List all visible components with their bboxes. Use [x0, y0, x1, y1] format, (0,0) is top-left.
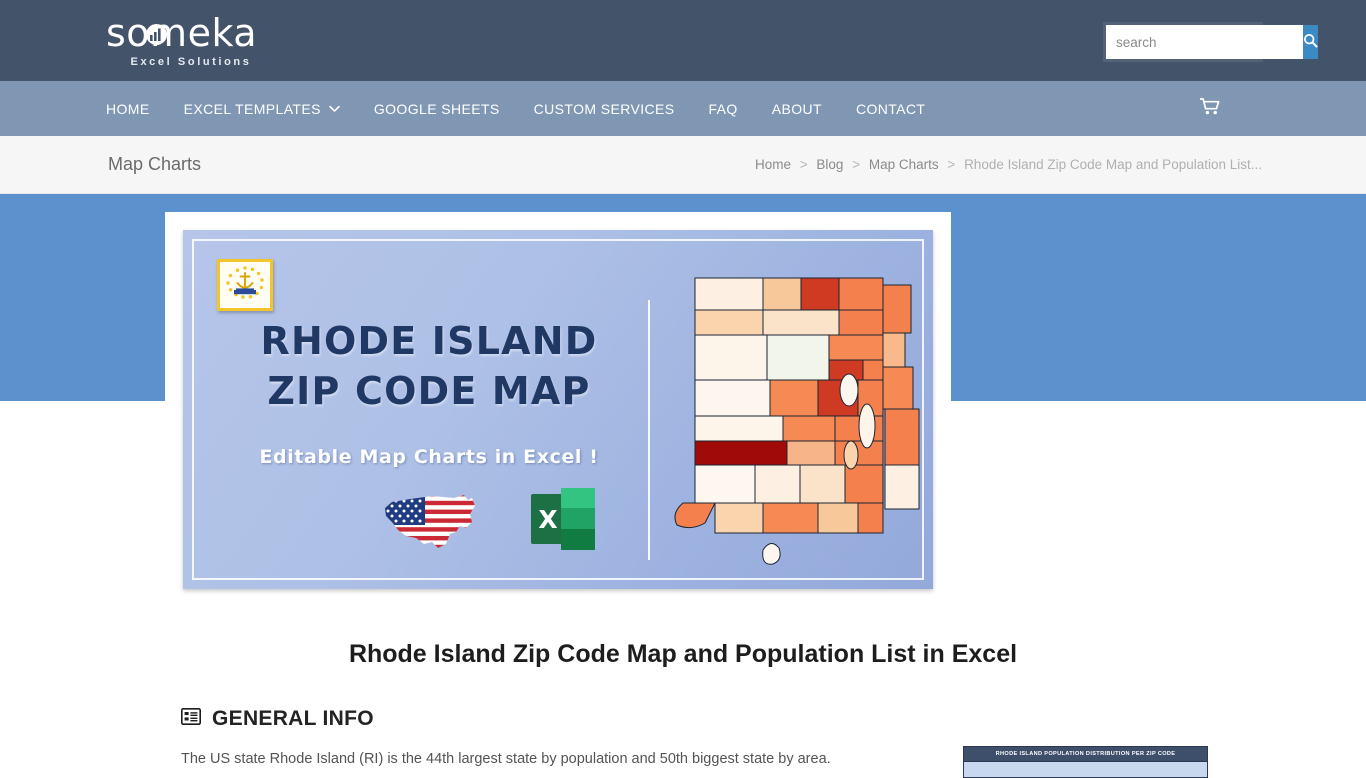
nav-label: CUSTOM SERVICES: [533, 100, 675, 117]
nav-item-google-sheets[interactable]: GOOGLE SHEETS: [374, 101, 500, 117]
population-distribution-chart[interactable]: RHODE ISLAND POPULATION DISTRIBUTION PER…: [963, 746, 1208, 778]
hero-image-frame: RHODE ISLAND ZIP CODE MAP Editable Map C…: [165, 212, 951, 607]
rhode-island-flag-icon: [217, 259, 273, 311]
chevron-down-icon: [329, 105, 340, 113]
search-input[interactable]: [1106, 25, 1303, 59]
hero-title: RHODE ISLAND ZIP CODE MAP: [219, 316, 639, 416]
article-title: Rhode Island Zip Code Map and Population…: [348, 640, 1018, 668]
hero-title-line1: RHODE ISLAND: [260, 319, 598, 363]
breadcrumb-separator: >: [799, 157, 808, 172]
bar-chart-icon: [146, 24, 167, 45]
nav-label: HOME: [106, 100, 150, 117]
search-box[interactable]: [1106, 25, 1318, 59]
breadcrumb-link-map-charts[interactable]: Map Charts: [869, 157, 939, 172]
site-header: someka Excel Solutions: [0, 0, 1366, 81]
nav-label: CONTACT: [855, 100, 926, 117]
main-navigation: HOME EXCEL TEMPLATES GOOGLE SHEETS CUSTO…: [0, 81, 1366, 136]
hero-divider: [648, 300, 650, 560]
population-distribution-chart-title: RHODE ISLAND POPULATION DISTRIBUTION PER…: [963, 746, 1208, 762]
breadcrumb-link-blog[interactable]: Blog: [816, 157, 843, 172]
general-info-paragraph: The US state Rhode Island (RI) is the 44…: [181, 751, 831, 767]
breadcrumb-bar: Map Charts Home > Blog > Map Charts > Rh…: [0, 136, 1366, 194]
page-title: Map Charts: [108, 154, 202, 174]
general-info-heading: GENERAL INFO: [181, 707, 374, 731]
site-logo[interactable]: someka Excel Solutions: [106, 12, 278, 68]
nav-label: ABOUT: [771, 100, 822, 117]
hero-banner: RHODE ISLAND ZIP CODE MAP Editable Map C…: [183, 230, 933, 589]
breadcrumb-separator: >: [947, 157, 956, 172]
logo-text: someka: [106, 11, 258, 55]
nav-item-custom-services[interactable]: CUSTOM SERVICES: [534, 101, 675, 117]
excel-logo-icon: X: [531, 488, 595, 550]
breadcrumb-separator: >: [852, 157, 861, 172]
nav-label: GOOGLE SHEETS: [373, 100, 500, 117]
hero-subtitle: Editable Map Charts in Excel !: [259, 446, 599, 468]
nav-item-about[interactable]: ABOUT: [772, 101, 822, 117]
usa-flag-map-icon: [380, 492, 480, 559]
nav-item-faq[interactable]: FAQ: [709, 101, 738, 117]
breadcrumb-current: Rhode Island Zip Code Map and Population…: [964, 157, 1262, 172]
hero-title-line2: ZIP CODE MAP: [267, 369, 591, 413]
section-title: GENERAL INFO: [212, 707, 374, 730]
nav-item-home[interactable]: HOME: [106, 101, 150, 117]
breadcrumb-link-home[interactable]: Home: [755, 157, 791, 172]
nav-label: EXCEL TEMPLATES: [183, 100, 321, 117]
nav-label: FAQ: [708, 100, 738, 117]
svg-text:X: X: [538, 505, 557, 534]
nav-item-contact[interactable]: CONTACT: [856, 101, 925, 117]
logo-tagline: Excel Solutions: [130, 56, 252, 68]
list-box-icon: [181, 708, 201, 730]
nav-item-excel-templates[interactable]: EXCEL TEMPLATES: [184, 101, 340, 117]
rhode-island-zip-map: [653, 250, 933, 585]
search-button[interactable]: [1303, 25, 1318, 59]
population-distribution-chart-body: [963, 762, 1208, 778]
shopping-cart-icon[interactable]: [1199, 97, 1221, 120]
breadcrumb: Home > Blog > Map Charts > Rhode Island …: [755, 157, 1262, 172]
search-icon: [1303, 33, 1318, 51]
logo-wordmark: someka: [106, 12, 278, 54]
